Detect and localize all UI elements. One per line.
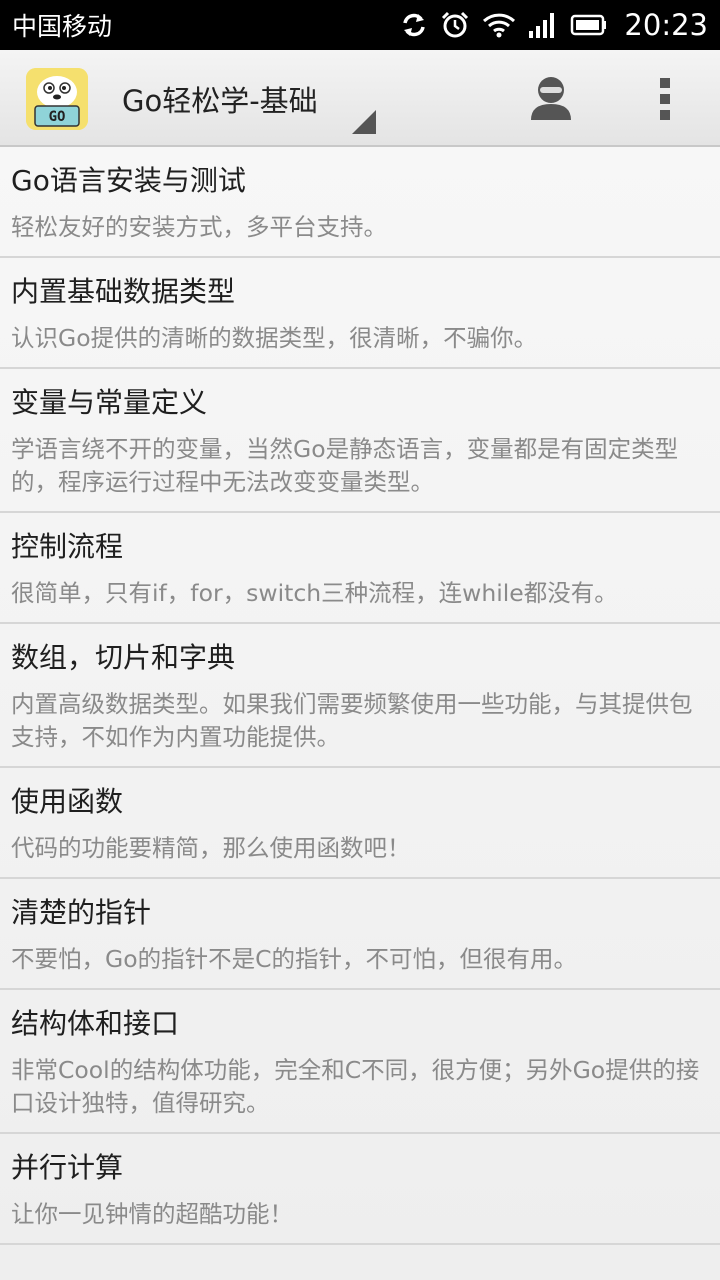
item-desc: 不要怕，Go的指针不是C的指针，不可怕，但很有用。 bbox=[11, 945, 577, 973]
account-button[interactable] bbox=[528, 74, 574, 124]
app-logo-icon[interactable]: GO bbox=[26, 68, 88, 130]
item-title: 清楚的指针 bbox=[11, 896, 152, 929]
item-title: 变量与常量定义 bbox=[11, 386, 208, 419]
item-desc: 非常Cool的结构体功能，完全和C不同，很方便；另外Go提供的接口设计独特，值得… bbox=[11, 1056, 700, 1117]
signal-icon bbox=[528, 11, 558, 39]
list-item[interactable]: 内置基础数据类型 认识Go提供的清晰的数据类型，很清晰，不骗你。 bbox=[0, 258, 720, 369]
list-item[interactable]: 结构体和接口 非常Cool的结构体功能，完全和C不同，很方便；另外Go提供的接口… bbox=[0, 990, 720, 1134]
action-bar: GO Go轻松学-基础 bbox=[0, 50, 720, 147]
item-desc: 代码的功能要精简，那么使用函数吧！ bbox=[11, 834, 411, 862]
item-title: 控制流程 bbox=[11, 530, 124, 563]
list-item[interactable]: 变量与常量定义 学语言绕不开的变量，当然Go是静态语言，变量都是有固定类型的，程… bbox=[0, 369, 720, 513]
status-bar: 中国移动 20:23 bbox=[0, 0, 720, 50]
battery-icon bbox=[570, 13, 608, 37]
overflow-menu-icon bbox=[660, 78, 670, 120]
item-desc: 很简单，只有if，for，switch三种流程，连while都没有。 bbox=[11, 579, 618, 607]
carrier-label: 中国移动 bbox=[12, 12, 113, 41]
sync-icon bbox=[400, 11, 428, 39]
spinner-indicator-icon[interactable] bbox=[352, 110, 376, 134]
item-desc: 轻松友好的安装方式，多平台支持。 bbox=[11, 213, 387, 241]
item-title: Go语言安装与测试 bbox=[11, 164, 246, 197]
app-title[interactable]: Go轻松学-基础 bbox=[122, 78, 318, 120]
item-desc: 学语言绕不开的变量，当然Go是静态语言，变量都是有固定类型的，程序运行过程中无法… bbox=[11, 435, 679, 496]
item-title: 使用函数 bbox=[11, 785, 124, 818]
list-item[interactable]: 使用函数 代码的功能要精简，那么使用函数吧！ bbox=[0, 768, 720, 879]
item-desc: 让你一见钟情的超酷功能！ bbox=[11, 1200, 293, 1228]
item-title: 并行计算 bbox=[11, 1151, 124, 1184]
item-title: 结构体和接口 bbox=[11, 1007, 180, 1040]
overflow-menu-button[interactable] bbox=[650, 74, 680, 124]
item-title: 数组，切片和字典 bbox=[11, 641, 236, 674]
wifi-icon bbox=[482, 12, 516, 38]
logo-text: GO bbox=[49, 109, 66, 125]
list-item[interactable]: 数组，切片和字典 内置高级数据类型。如果我们需要频繁使用一些功能，与其提供包支持… bbox=[0, 624, 720, 768]
status-icons: 20:23 bbox=[400, 8, 708, 42]
list-item[interactable]: 控制流程 很简单，只有if，for，switch三种流程，连while都没有。 bbox=[0, 513, 720, 624]
clock: 20:23 bbox=[624, 8, 708, 42]
list-item[interactable]: Go语言安装与测试 轻松友好的安装方式，多平台支持。 bbox=[0, 147, 720, 258]
list-item[interactable]: 清楚的指针 不要怕，Go的指针不是C的指针，不可怕，但很有用。 bbox=[0, 879, 720, 990]
item-desc: 内置高级数据类型。如果我们需要频繁使用一些功能，与其提供包支持，不如作为内置功能… bbox=[11, 690, 693, 751]
list-item[interactable]: 并行计算 让你一见钟情的超酷功能！ bbox=[0, 1134, 720, 1245]
item-title: 内置基础数据类型 bbox=[11, 275, 236, 308]
item-desc: 认识Go提供的清晰的数据类型，很清晰，不骗你。 bbox=[11, 324, 538, 352]
account-icon bbox=[531, 77, 571, 120]
lesson-list: Go语言安装与测试 轻松友好的安装方式，多平台支持。 内置基础数据类型 认识Go… bbox=[0, 147, 720, 1280]
alarm-icon bbox=[440, 10, 470, 40]
